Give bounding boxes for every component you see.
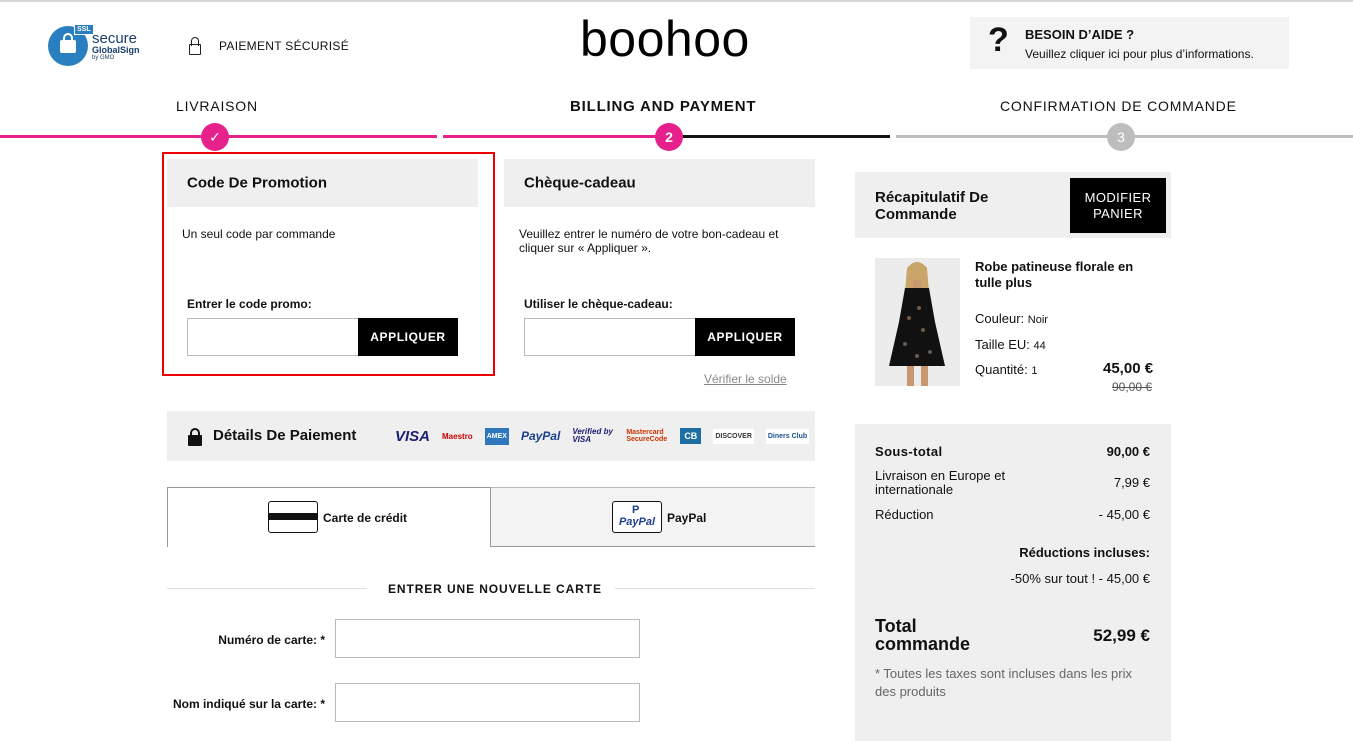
mastercard-securecode-logo: Mastercard SecureCode [626, 429, 668, 443]
modify-cart-button[interactable]: MODIFIER PANIER [1070, 178, 1166, 233]
progress-bar-step2-done [443, 135, 669, 138]
ssl-line1: secure [92, 30, 138, 47]
step-label-billing: BILLING AND PAYMENT [570, 98, 757, 115]
total-value: 52,99 € [1093, 626, 1150, 645]
tab-paypal[interactable]: P PayPal PayPal [491, 487, 815, 547]
promo-field-label: Entrer le code promo: [187, 297, 312, 311]
ssl-line3: by GMO [92, 55, 115, 61]
subtotal-label: Sous-total [875, 444, 943, 459]
included-discounts-label: Réductions incluses: [1019, 545, 1150, 560]
order-summary-title: Récapitulatif De Commande [875, 189, 989, 223]
visa-logo: VISA [395, 427, 431, 445]
gift-field-label: Utiliser le chèque-cadeau: [524, 297, 673, 311]
divider-left [167, 588, 367, 589]
promo-panel-header: Code De Promotion [167, 159, 478, 207]
product-size-label: Taille EU: [975, 337, 1030, 352]
discover-logo: DISCOVER [713, 428, 754, 444]
gift-panel-header: Chèque-cadeau [504, 159, 815, 207]
product-color-value: Noir [1027, 314, 1048, 326]
product-color: Couleur: Noir [975, 311, 1048, 326]
promo-note: Un seul code par commande [182, 227, 336, 241]
promo-code-input[interactable] [187, 318, 359, 356]
brand-logo[interactable]: boohoo [580, 14, 750, 64]
padlock-icon [188, 36, 202, 56]
gift-card-input[interactable] [524, 318, 696, 356]
dress-model-icon [875, 258, 960, 386]
credit-card-icon [268, 501, 318, 533]
step-label-delivery[interactable]: LIVRAISON [176, 98, 258, 114]
card-logos: VISA Maestro AMEX PayPal Verified by VIS… [395, 422, 821, 450]
paypal-logo: PayPal [520, 429, 561, 443]
help-title: BESOIN D’AIDE ? [1025, 27, 1135, 42]
product-quantity-value: 1 [1031, 365, 1038, 377]
ssl-line2: GlobalSign [92, 45, 140, 55]
divider-right [615, 588, 815, 589]
product-quantity: Quantité: 1 [975, 362, 1038, 377]
gift-apply-button[interactable]: APPLIQUER [695, 318, 795, 356]
promo-title: Code De Promotion [187, 174, 328, 192]
card-number-label: Numéro de carte: * [218, 633, 325, 647]
gift-title: Chèque-cadeau [524, 174, 636, 192]
product-size-value: 44 [1033, 340, 1046, 352]
discount-label: Réduction [875, 507, 934, 522]
step-label-confirmation: CONFIRMATION DE COMMANDE [1000, 98, 1237, 114]
total-label: Total commande [875, 616, 971, 654]
top-border [0, 0, 1353, 2]
subtotal-value: 90,00 € [1106, 444, 1150, 459]
new-card-heading: ENTRER UNE NOUVELLE CARTE [388, 582, 602, 596]
tab-credit-card[interactable]: Carte de crédit [167, 487, 491, 547]
secure-payment-label: PAIEMENT SÉCURISÉ [219, 39, 350, 53]
promo-apply-button[interactable]: APPLIQUER [358, 318, 458, 356]
shipping-label: Livraison en Europe et internationale [875, 468, 1006, 498]
step-number-3: 3 [1107, 123, 1135, 151]
secure-payment-notice: PAIEMENT SÉCURISÉ [188, 36, 349, 56]
discount-value: - 45,00 € [1098, 507, 1150, 522]
order-summary-header: Récapitulatif De Commande MODIFIER PANIE… [855, 172, 1171, 238]
card-name-input[interactable] [335, 683, 640, 722]
product-color-label: Couleur: [975, 311, 1025, 326]
gift-note: Veuillez entrer le numéro de votre bon-c… [519, 227, 779, 256]
card-name-label: Nom indiqué sur la carte: * [172, 697, 325, 711]
tab-credit-card-label: Carte de crédit [323, 511, 408, 525]
ssl-secure-badge[interactable]: SSL secure GlobalSign by GMO [48, 24, 140, 66]
ssl-tag: SSL [74, 24, 94, 35]
tax-note: * Toutes les taxes sont incluses dans le… [875, 666, 1133, 700]
question-mark-icon: ? [988, 21, 1009, 59]
progress-bar-step2-rest [669, 135, 890, 138]
card-number-input[interactable] [335, 619, 640, 658]
ssl-lock-icon: SSL [48, 24, 94, 66]
maestro-logo: Maestro [442, 431, 473, 441]
step-number-2: 2 [655, 123, 683, 151]
tab-paypal-label: PayPal [667, 511, 707, 525]
payment-details-header: Détails De Paiement VISA Maestro AMEX Pa… [167, 411, 815, 461]
lock-icon [188, 428, 202, 446]
product-size: Taille EU: 44 [975, 337, 1046, 352]
product-old-price: 90,00 € [1112, 380, 1153, 394]
step-check-icon[interactable]: ✓ [201, 123, 229, 151]
amex-logo: AMEX [484, 427, 509, 445]
product-image[interactable] [875, 258, 960, 386]
help-box[interactable]: ? BESOIN D’AIDE ? Veuillez cliquer ici p… [970, 17, 1289, 69]
shipping-value: 7,99 € [1113, 475, 1150, 490]
product-price: 45,00 € [1103, 360, 1154, 377]
payment-details-title: Détails De Paiement [213, 427, 357, 444]
cb-logo: CB [680, 428, 702, 444]
diners-club-logo: Diners Club [765, 428, 810, 444]
product-name[interactable]: Robe patineuse florale en tulle plus [975, 259, 1155, 292]
paypal-icon: P PayPal [612, 501, 662, 533]
product-quantity-label: Quantité: [975, 362, 1028, 377]
verified-by-visa-logo: Verified by VISA [572, 427, 613, 444]
help-subtitle: Veuillez cliquer ici pour plus d’informa… [1025, 47, 1254, 61]
verify-balance-link[interactable]: Vérifier le solde [704, 372, 787, 386]
order-totals: Sous-total 90,00 € Livraison en Europe e… [855, 424, 1171, 741]
included-discount-line: -50% sur tout ! - 45,00 € [1010, 571, 1150, 586]
